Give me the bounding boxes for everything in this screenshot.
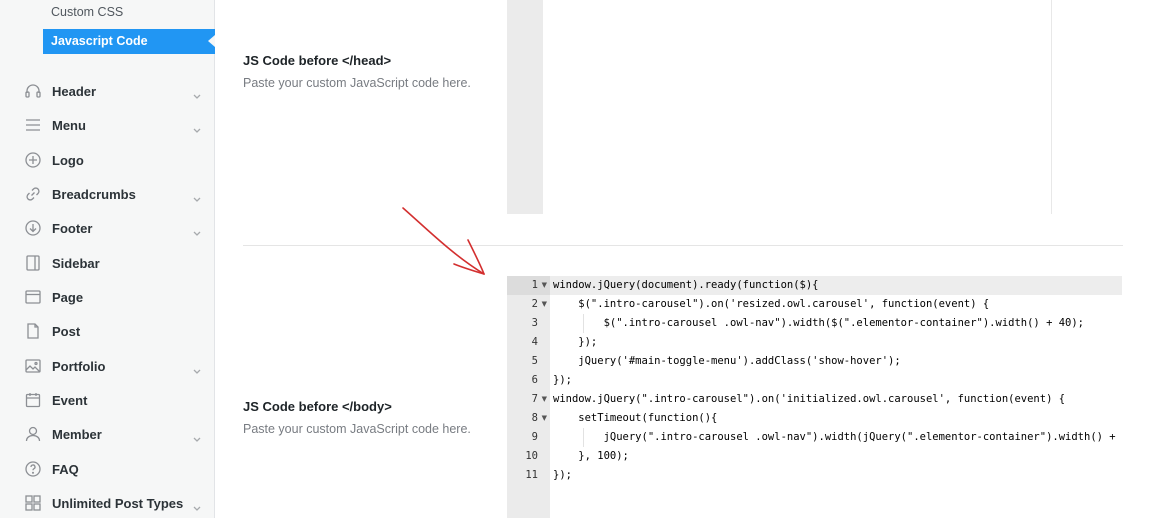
link-icon: [24, 185, 42, 203]
line-number: 2: [531, 298, 538, 310]
line-number: 7: [531, 393, 538, 405]
sidebar-subitem-label: Javascript Code: [51, 34, 148, 48]
fold-arrow-icon[interactable]: ▼: [542, 390, 547, 409]
sidebar-item-event[interactable]: Event: [0, 383, 215, 417]
sidebar-item-logo[interactable]: Logo: [0, 143, 215, 177]
code-text: jQuery('#main-toggle-menu').addClass('sh…: [553, 355, 901, 367]
code-line: 1 ▼ window.jQuery(document).ready(functio…: [507, 276, 1122, 295]
headphones-icon: [24, 82, 42, 100]
code-line: 3 $(".intro-carousel .owl-nav").width($(…: [507, 314, 1122, 333]
code-text: $(".intro-carousel .owl-nav").width($(".…: [553, 317, 1085, 329]
fold-arrow-icon[interactable]: ▼: [542, 276, 547, 295]
line-number: 3: [531, 317, 538, 329]
line-number: 5: [531, 355, 538, 367]
code-text: });: [553, 374, 572, 386]
line-number: 8: [531, 412, 538, 424]
sidebar-item-label: Logo: [52, 152, 84, 168]
grid-icon: [24, 494, 42, 512]
code-text: setTimeout(function(){: [553, 412, 718, 424]
document-icon: [24, 322, 42, 340]
line-number: 4: [531, 336, 538, 348]
sidebar-item-post[interactable]: Post: [0, 314, 215, 348]
code-text: });: [553, 469, 572, 481]
sidebar-item-label: Unlimited Post Types: [52, 495, 184, 511]
code-text: }, 100);: [553, 450, 629, 462]
code-line: 4 });: [507, 333, 1122, 352]
sidebar-item-label: Page: [52, 289, 84, 305]
code-line: 8 ▼ setTimeout(function(){: [507, 409, 1122, 428]
code-text: });: [553, 336, 598, 348]
sidebar-item-label: FAQ: [52, 461, 79, 477]
chevron-down-icon: [192, 429, 202, 442]
js-body-field-description: Paste your custom JavaScript code here.: [243, 422, 471, 436]
arrow-down-circle-icon: [24, 219, 42, 237]
sidebar-item-label: Menu: [52, 117, 86, 133]
sidebar-item-label: Breadcrumbs: [52, 186, 136, 202]
sidebar-item-unlimited-post-types[interactable]: Unlimited Post Types: [0, 486, 215, 520]
js-head-field-description: Paste your custom JavaScript code here.: [243, 76, 471, 90]
chevron-down-icon: [192, 361, 202, 374]
sidebar-item-label: Portfolio: [52, 358, 106, 374]
chevron-down-icon: [192, 86, 202, 99]
settings-sidebar: Custom CSS Javascript Code Header Menu L…: [0, 0, 215, 518]
menu-lines-icon: [24, 116, 42, 134]
sidebar-item-breadcrumbs[interactable]: Breadcrumbs: [0, 177, 215, 211]
js-body-field-title: JS Code before </body>: [243, 399, 392, 414]
line-number: 1: [531, 279, 538, 291]
code-line: 7 ▼ window.jQuery(".intro-carousel").on('…: [507, 390, 1122, 409]
sidebar-item-label: Footer: [52, 220, 93, 236]
sidebar-subitem-label: Custom CSS: [51, 5, 124, 19]
code-text: window.jQuery(".intro-carousel").on('ini…: [553, 393, 1066, 405]
sidebar-item-portfolio[interactable]: Portfolio: [0, 349, 215, 383]
sidebar-item-label: Event: [52, 392, 88, 408]
code-line: 6 });: [507, 371, 1122, 390]
sidebar-item-header[interactable]: Header: [0, 74, 215, 108]
sidebar-item-label: Header: [52, 83, 97, 99]
editor-print-margin: [1051, 0, 1052, 214]
sidebar-item-label: Sidebar: [52, 255, 100, 271]
browser-window-icon: [24, 288, 42, 306]
sidebar-layout-icon: [24, 254, 42, 272]
settings-main-panel: JS Code before </head> Paste your custom…: [215, 0, 1165, 518]
sidebar-subitem-custom-css[interactable]: Custom CSS: [43, 0, 215, 25]
chevron-down-icon: [192, 120, 202, 133]
sidebar-item-member[interactable]: Member: [0, 417, 215, 451]
chevron-down-icon: [192, 498, 202, 511]
line-number: 9: [531, 431, 538, 443]
plus-circle-icon: [24, 151, 42, 169]
code-line: 2 ▼ $(".intro-carousel").on('resized.owl.…: [507, 295, 1122, 314]
code-text: jQuery(".intro-carousel .owl-nav").width…: [553, 431, 1122, 443]
code-line: 9 jQuery(".intro-carousel .owl-nav").wid…: [507, 428, 1122, 447]
chevron-down-icon: [192, 189, 202, 202]
sidebar-item-page[interactable]: Page: [0, 280, 215, 314]
question-circle-icon: [24, 460, 42, 478]
line-number: 11: [525, 469, 538, 481]
image-icon: [24, 357, 42, 375]
sidebar-item-label: Post: [52, 323, 81, 339]
js-head-code-editor[interactable]: [507, 0, 1079, 214]
calendar-icon: [24, 391, 42, 409]
sidebar-item-sidebar[interactable]: Sidebar: [0, 246, 215, 280]
field-divider: [243, 245, 1123, 246]
sidebar-subitem-javascript-code[interactable]: Javascript Code: [43, 29, 215, 54]
sidebar-item-faq[interactable]: FAQ: [0, 452, 215, 486]
code-text: window.jQuery(document).ready(function($…: [553, 279, 819, 291]
sidebar-item-menu[interactable]: Menu: [0, 108, 215, 142]
fold-arrow-icon[interactable]: ▼: [542, 295, 547, 314]
fold-arrow-icon[interactable]: ▼: [542, 409, 547, 428]
code-line: 11 });: [507, 466, 1122, 485]
line-number: 10: [525, 450, 538, 462]
code-line: 5 jQuery('#main-toggle-menu').addClass('…: [507, 352, 1122, 371]
code-text: $(".intro-carousel").on('resized.owl.car…: [553, 298, 990, 310]
editor-gutter: [507, 0, 543, 214]
code-line: 10 }, 100);: [507, 447, 1122, 466]
js-body-code-editor[interactable]: 1 ▼ window.jQuery(document).ready(functio…: [507, 276, 1122, 518]
annotation-arrow-icon: [402, 207, 485, 275]
sidebar-item-label: Member: [52, 426, 102, 442]
user-icon: [24, 425, 42, 443]
line-number: 6: [531, 374, 538, 386]
js-head-field-title: JS Code before </head>: [243, 53, 392, 68]
sidebar-item-footer[interactable]: Footer: [0, 211, 215, 245]
chevron-down-icon: [192, 223, 202, 236]
